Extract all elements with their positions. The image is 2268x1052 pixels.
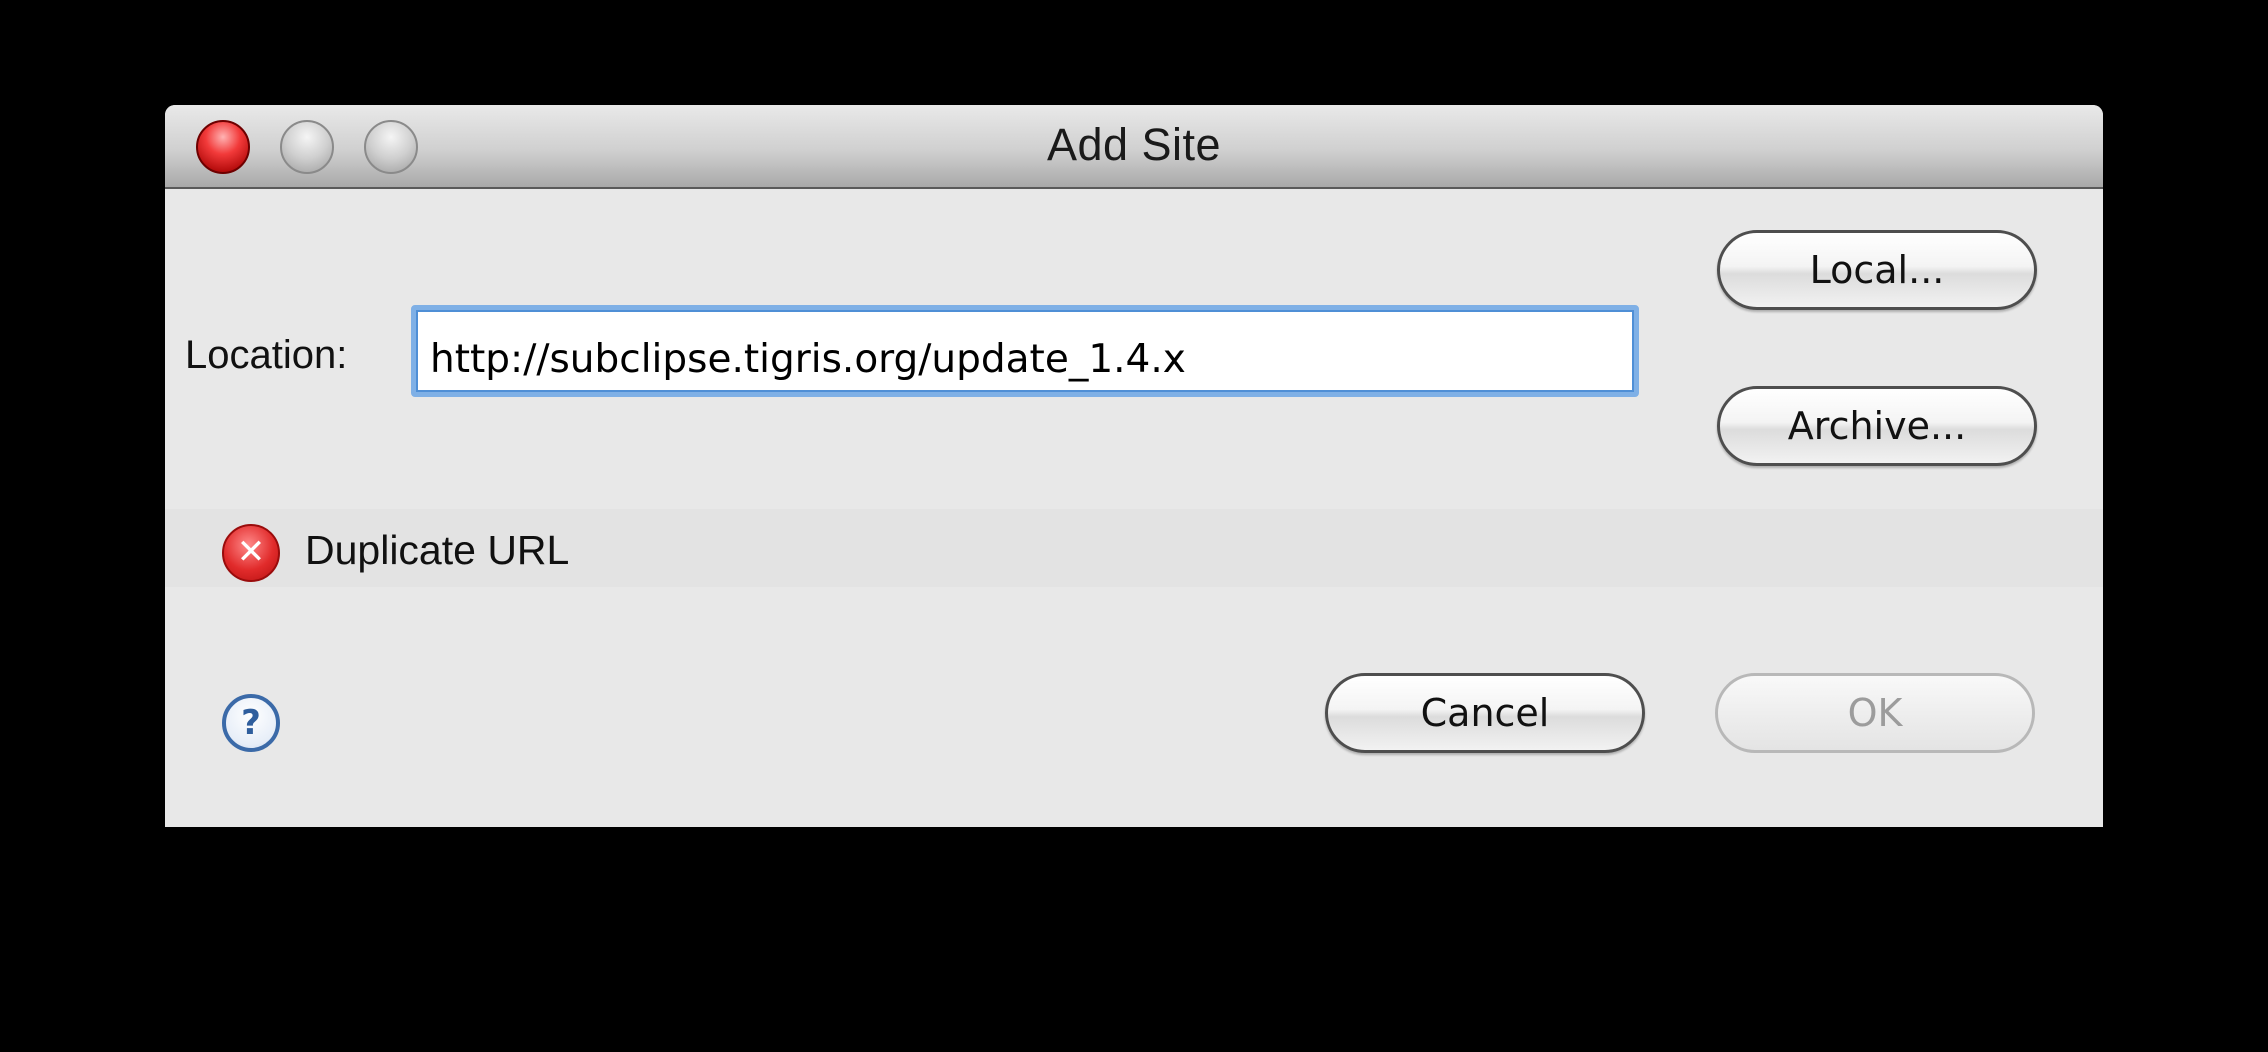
- cancel-button[interactable]: Cancel: [1325, 673, 1645, 753]
- archive-button[interactable]: Archive...: [1717, 386, 2037, 466]
- error-message: Duplicate URL: [305, 527, 570, 573]
- location-input[interactable]: [411, 305, 1639, 397]
- title-bar[interactable]: Add Site: [165, 105, 2103, 189]
- help-icon[interactable]: ?: [222, 694, 280, 752]
- ok-button[interactable]: OK: [1715, 673, 2035, 753]
- window-title: Add Site: [1046, 119, 1222, 170]
- location-label: Location:: [185, 333, 348, 377]
- add-site-dialog: Add Site Location: Local... Archive... ✕…: [165, 105, 2103, 827]
- local-button[interactable]: Local...: [1717, 230, 2037, 310]
- error-icon: ✕: [222, 524, 280, 582]
